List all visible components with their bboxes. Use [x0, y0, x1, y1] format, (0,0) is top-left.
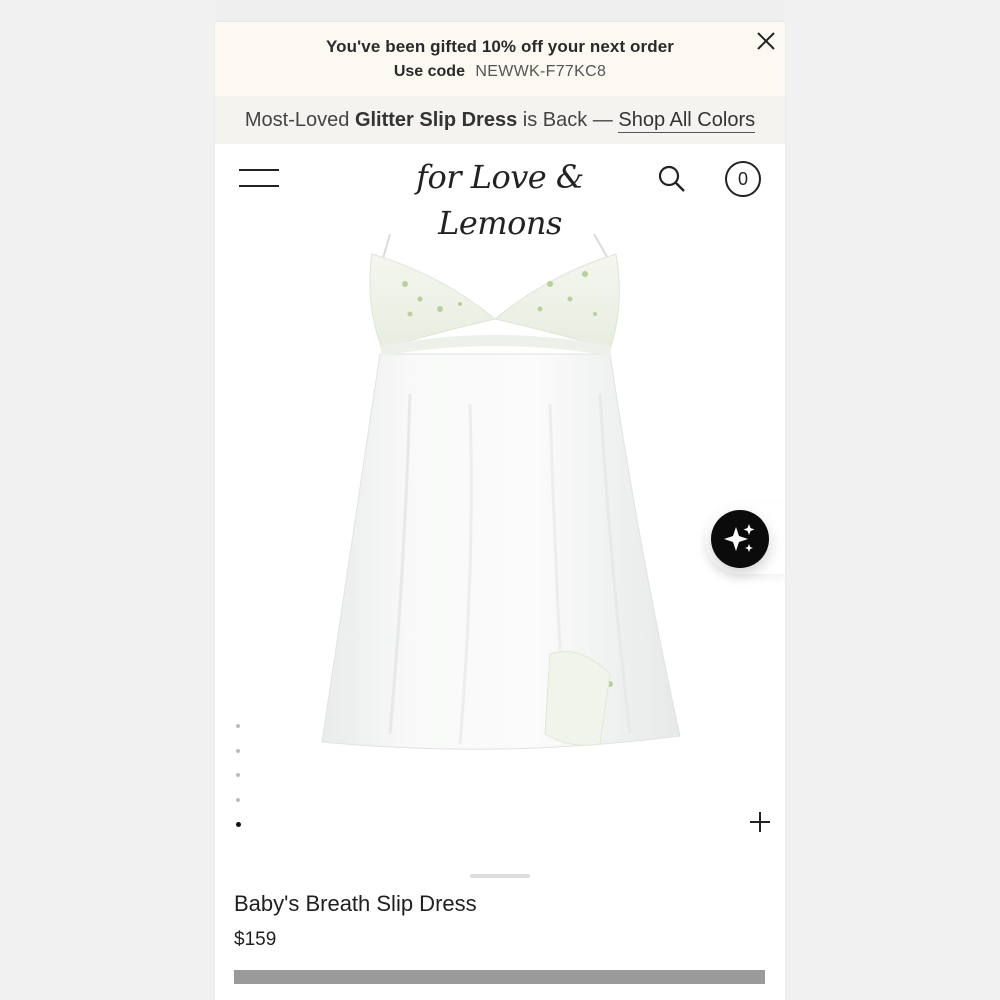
- promo-code[interactable]: NEWWK-F77KC8: [475, 63, 606, 80]
- promo-code-label: Use code: [393, 63, 465, 80]
- brand-logo[interactable]: for Love & Lemons: [370, 154, 630, 242]
- plus-icon: [750, 812, 770, 832]
- product-name: Baby's Breath Slip Dress: [234, 891, 477, 916]
- sheet-drag-handle[interactable]: [470, 874, 530, 878]
- gallery-dot[interactable]: [236, 748, 240, 753]
- product-price: $159: [234, 929, 277, 950]
- gallery-dot[interactable]: [236, 773, 240, 777]
- search-icon: [658, 165, 685, 192]
- promo-title: You've been gifted 10% off your next ord…: [326, 37, 674, 56]
- ai-assistant-button[interactable]: [711, 510, 769, 568]
- mobile-viewport: You've been gifted 10% off your next ord…: [215, 22, 785, 1000]
- close-promo-button[interactable]: [755, 30, 777, 52]
- hamburger-menu-icon: [239, 169, 279, 187]
- promo-code-row: Use code NEWWK-F77KC8: [215, 63, 785, 81]
- zoom-button[interactable]: [748, 810, 772, 834]
- menu-button[interactable]: [239, 166, 281, 190]
- close-icon: [757, 32, 775, 50]
- sparkles-icon: [724, 524, 755, 552]
- announcement-suffix: is Back —: [517, 109, 619, 131]
- announcement-product: Glitter Slip Dress: [354, 109, 518, 131]
- gallery-dot-active[interactable]: [235, 822, 241, 827]
- announcement-prefix: Most-Loved: [244, 109, 355, 131]
- site-header: for Love & Lemons 0: [215, 144, 785, 242]
- gallery-pagination: [234, 724, 242, 848]
- announcement-bar: Most-Loved Glitter Slip Dress is Back — …: [215, 96, 785, 144]
- gallery-dot[interactable]: [236, 724, 240, 728]
- backdrop-right: [785, 0, 1000, 1000]
- promo-banner: You've been gifted 10% off your next ord…: [215, 22, 785, 96]
- gallery-dot[interactable]: [236, 797, 240, 802]
- shop-all-colors-link[interactable]: Shop All Colors: [618, 109, 756, 133]
- product-image[interactable]: [310, 214, 690, 759]
- add-to-bag-bar[interactable]: [234, 970, 765, 984]
- search-button[interactable]: [657, 164, 687, 194]
- backdrop-left: [0, 0, 215, 1000]
- cart-button[interactable]: 0: [725, 161, 761, 197]
